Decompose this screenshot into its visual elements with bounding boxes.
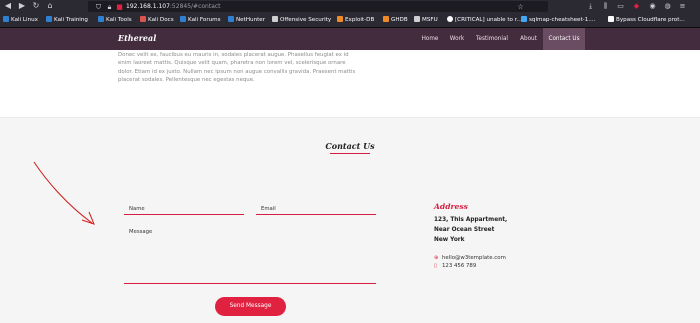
name-label: Name [129,206,145,212]
menu-icon[interactable]: ≡ [678,1,687,11]
bookmark-star-icon[interactable]: ☆ [516,2,525,12]
address-line-1: 123, This Appartment, [434,217,508,223]
name-underline [124,214,244,215]
nav-work[interactable]: Work [446,28,468,50]
kali-icon [180,16,186,22]
kali-icon [228,16,234,22]
shield-icon[interactable]: ⛉ [94,2,103,12]
downloads-icon[interactable]: ⤓ [586,1,595,11]
reload-icon[interactable]: ↻ [31,1,41,11]
bookmark-bypass-cloudflare[interactable]: Bypass Cloudflare prot... [608,16,685,25]
phone-info: ▯ 123 456 789 [434,263,476,269]
phone-text: 123 456 789 [442,263,477,269]
email-info: ⊕ hello@w3template.com [434,255,506,261]
bookmark-msfu[interactable]: MSFU [414,16,438,25]
bookmark-critical-issue[interactable]: [CRITICAL] unable to r... [447,16,522,25]
contact-title: Contact Us [325,141,375,151]
file-icon [521,16,527,22]
message-label: Message [129,229,153,235]
msfu-icon [414,16,420,22]
site-navbar: Ethereal Home Work Testimonial About Con… [0,28,700,50]
ghdb-icon [383,16,389,22]
back-icon[interactable]: ◀ [3,1,13,11]
bookmark-kali-training[interactable]: Kali Training [46,16,88,25]
bookmark-ghdb[interactable]: GHDB [383,16,408,25]
address-line-2: Near Ocean Street [434,227,495,233]
sidebar-icon[interactable]: ▭ [616,1,625,11]
home-icon[interactable]: ⌂ [45,1,55,11]
site-favicon-icon: ■ [116,3,123,11]
nav-testimonial[interactable]: Testimonial [472,28,512,50]
send-message-button[interactable]: Send Message [215,297,286,316]
about-paragraph: Donec velit ex, faucibus eu mauris in, s… [118,52,356,83]
site-brand[interactable]: Ethereal [118,33,156,43]
extension-icon[interactable]: ◆ [632,1,641,11]
title-underline [330,153,370,154]
bookmark-kali-forums[interactable]: Kali Forums [180,16,221,25]
message-underline [124,283,376,284]
kali-docs-icon [140,16,146,22]
library-icon[interactable]: ⫼ [601,1,610,11]
browser-toolbar: ◀ ▶ ↻ ⌂ ⛉ 🔒︎ ■ ☆ 192.168.1.107:52845/#co… [0,0,700,13]
bookmark-offensive-security[interactable]: Offensive Security [272,16,331,25]
bookmarks-bar: Kali Linux Kali Training Kali Tools Kali… [0,13,700,28]
extension2-icon[interactable]: ◉ [648,1,657,11]
address-title: Address [434,202,468,211]
contact-section: Contact Us Name Email Message Send Messa… [0,117,700,323]
bookmark-kali-docs[interactable]: Kali Docs [140,16,174,25]
nav-about[interactable]: About [516,28,541,50]
kali-icon [46,16,52,22]
offsec-icon [272,16,278,22]
phone-icon: ▯ [434,263,437,269]
forward-icon[interactable]: ▶ [17,1,27,11]
email-label: Email [261,206,276,212]
email-text[interactable]: hello@w3template.com [442,255,506,261]
bookmark-exploit-db[interactable]: Exploit-DB [337,16,374,25]
bookmark-sqlmap-cheatsheet[interactable]: sqlmap-cheatsheet-1.... [521,16,595,25]
kali-icon [98,16,104,22]
address-line-3: New York [434,237,465,243]
bookmark-nethunter[interactable]: NetHunter [228,16,265,25]
email-icon: ⊕ [434,255,439,261]
bookmark-kali-tools[interactable]: Kali Tools [98,16,132,25]
bookmark-kali-linux[interactable]: Kali Linux [3,16,38,25]
nav-contact-us[interactable]: Contact Us [543,28,585,50]
kali-icon [3,16,9,22]
exploitdb-icon [337,16,343,22]
lock-icon[interactable]: 🔒︎ [105,2,114,12]
nav-home[interactable]: Home [418,28,442,50]
email-underline [256,214,376,215]
url-text: 192.168.1.107:52845/#contact [126,3,221,10]
account-icon[interactable]: ◍ [663,1,672,11]
github-icon [447,16,453,22]
cloudflare-icon [608,16,614,22]
